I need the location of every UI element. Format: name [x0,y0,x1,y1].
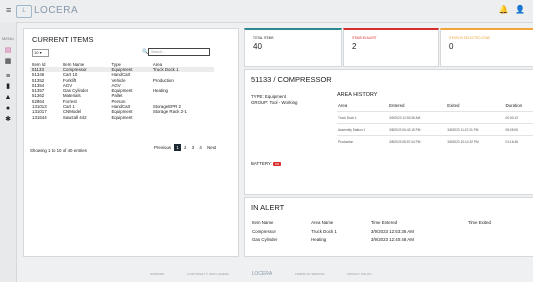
items-table: Item Id Item Name Type Area 51133 Compres… [30,61,214,120]
entries-info: Showing 1 to 10 of 40 entries [30,148,87,153]
current-items-title: CURRENT ITEMS [32,35,94,44]
settings-gear-icon[interactable]: ✱ [4,116,12,123]
in-alert-table: Item Name Area Name Time Entered Time Exite… [251,218,521,243]
bell-icon[interactable]: ▲ [4,94,12,101]
battery-row: BATTERY: 3% [251,161,282,166]
table-row: Assembly Station 1 3/8/2023 06:42:15 PM 3/… [337,123,533,136]
document-icon[interactable]: ▮ [4,83,12,90]
footer: SUPPORT COPYRIGHT © 2022 LOCERA LOCERA T… [150,271,394,277]
list-icon[interactable]: ≡ [4,73,12,80]
pagination: Previous 1 2 3 4 Next [152,144,218,151]
total-items-value: 40 [253,42,262,51]
current-items-card: CURRENT ITEMS 10 ▾ 🔍 Search... Item Id I… [23,28,239,257]
locera-logo-icon: L [16,5,32,18]
selected-zone-label: ITEMS IN SELECTED ZONE [449,36,491,40]
page-4-button[interactable]: 4 [197,144,203,151]
table-row: Production 3/8/2023 08:57:44 PM 3/8/2023 1… [337,135,533,147]
type-value: Equipment [264,94,286,99]
page-3-button[interactable]: 3 [190,144,196,151]
items-in-alert-value: 2 [352,42,357,51]
group-row: GROUP: Tool - Working [251,100,298,105]
in-alert-title: IN ALERT [251,203,285,212]
total-items-stat: TOTAL ITEMS 40 [244,28,342,67]
notification-bell-icon[interactable]: 🔔 [499,5,509,14]
menu-label: MENU [2,36,14,41]
table-row[interactable]: Gas Cylinder Heating 3/9/2023 12:40:48 AM [251,235,521,243]
in-alert-card: IN ALERT Item Name Area Name Time Entered T… [244,197,533,257]
footer-privacy-link[interactable]: PRIVACY POLICY [347,272,372,276]
page-size-select[interactable]: 10 ▾ [32,49,49,57]
group-value: Tool - Working [269,100,298,105]
previous-page-button[interactable]: Previous [152,144,173,151]
user-account-icon[interactable]: 👤 [515,5,525,14]
top-bar: ≡ L LOCERA 🔔 👤 [0,0,533,23]
table-row: Truck Dock 1 3/9/2023 12:53:36 AM 00:00:13 [337,111,533,124]
footer-terms-link[interactable]: TERMS OF SERVICE [295,272,324,276]
sidebar: MENU ▤ ▦ ≡ ▮ ▲ ● ✱ [0,22,17,282]
next-page-button[interactable]: Next [205,144,218,151]
area-history-table: Area Entered Exited Duration Truck Dock 1 3/… [337,100,533,147]
app-title: LOCERA [34,5,79,16]
footer-logo: LOCERA [251,271,273,277]
area-history-title: AREA HISTORY [337,92,378,98]
selected-zone-value: 0 [449,42,454,51]
table-row[interactable]: Compressor Truck Dock 1 3/9/2023 12:53:36 … [251,227,521,235]
items-in-alert-label: ITEMS IN ALERT [352,36,377,40]
grid-icon[interactable]: ▦ [4,58,12,65]
footer-copyright: COPYRIGHT © 2022 LOCERA [187,272,229,276]
battery-low-icon: 3% [273,161,282,166]
total-items-label: TOTAL ITEMS [253,36,274,40]
item-detail-title: 51133 / COMPRESSOR [251,75,332,84]
hamburger-menu-icon[interactable]: ≡ [6,5,11,15]
item-detail-card: 51133 / COMPRESSOR TYPE: Equipment GROUP… [244,69,533,195]
items-in-alert-stat: ITEMS IN ALERT 2 [343,28,439,67]
top-bar-actions: 🔔 👤 [499,5,525,14]
dashboard-icon[interactable]: ▤ [4,47,12,54]
table-row[interactable]: 131644 Sawzall 442 Equipment [30,115,214,120]
page-2-button[interactable]: 2 [182,144,188,151]
search-input[interactable]: Search... [148,48,210,56]
page-1-button[interactable]: 1 [174,144,181,151]
selected-zone-stat: ITEMS IN SELECTED ZONE 0 [440,28,533,67]
type-row: TYPE: Equipment [251,94,286,99]
map-pin-icon[interactable]: ● [4,105,12,112]
footer-support-link[interactable]: SUPPORT [150,272,164,276]
